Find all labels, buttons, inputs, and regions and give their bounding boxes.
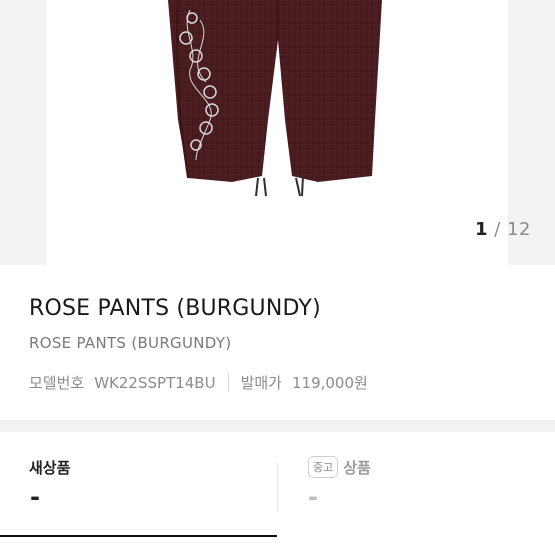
model-number-value: WK22SSPT14BU (94, 373, 216, 392)
tab-used-product[interactable] (278, 432, 555, 555)
image-counter-separator: / (494, 219, 501, 240)
used-badge: 중고 (308, 456, 339, 478)
model-number-label: 모델번호 (29, 374, 85, 392)
product-image[interactable] (0, 0, 555, 265)
release-price-label: 발매가 (240, 374, 282, 392)
image-counter-current: 1 (475, 219, 489, 240)
image-counter-total: 12 (507, 219, 531, 240)
section-gap (0, 420, 555, 432)
release-price-value: 119,000원 (291, 374, 368, 392)
tab-used-price: - (308, 483, 318, 511)
product-subtitle: ROSE PANTS (BURGUNDY) (29, 334, 232, 352)
pants-illustration (168, 0, 382, 197)
image-counter: 1 / 12 (475, 219, 531, 240)
product-gallery[interactable]: 1 / 12 (0, 0, 555, 265)
tab-new-price: - (30, 483, 40, 511)
meta-divider (227, 373, 229, 392)
product-title: ROSE PANTS (BURGUNDY) (29, 296, 321, 321)
tab-divider (277, 462, 278, 512)
tab-new-label[interactable]: 새상품 (29, 457, 70, 478)
tab-used-label: 상품 (343, 458, 371, 477)
tab-used-label-group[interactable]: 중고 상품 (308, 456, 371, 478)
active-tab-indicator (0, 535, 277, 537)
product-meta: 모델번호 WK22SSPT14BU 발매가 119,000원 (29, 372, 368, 393)
